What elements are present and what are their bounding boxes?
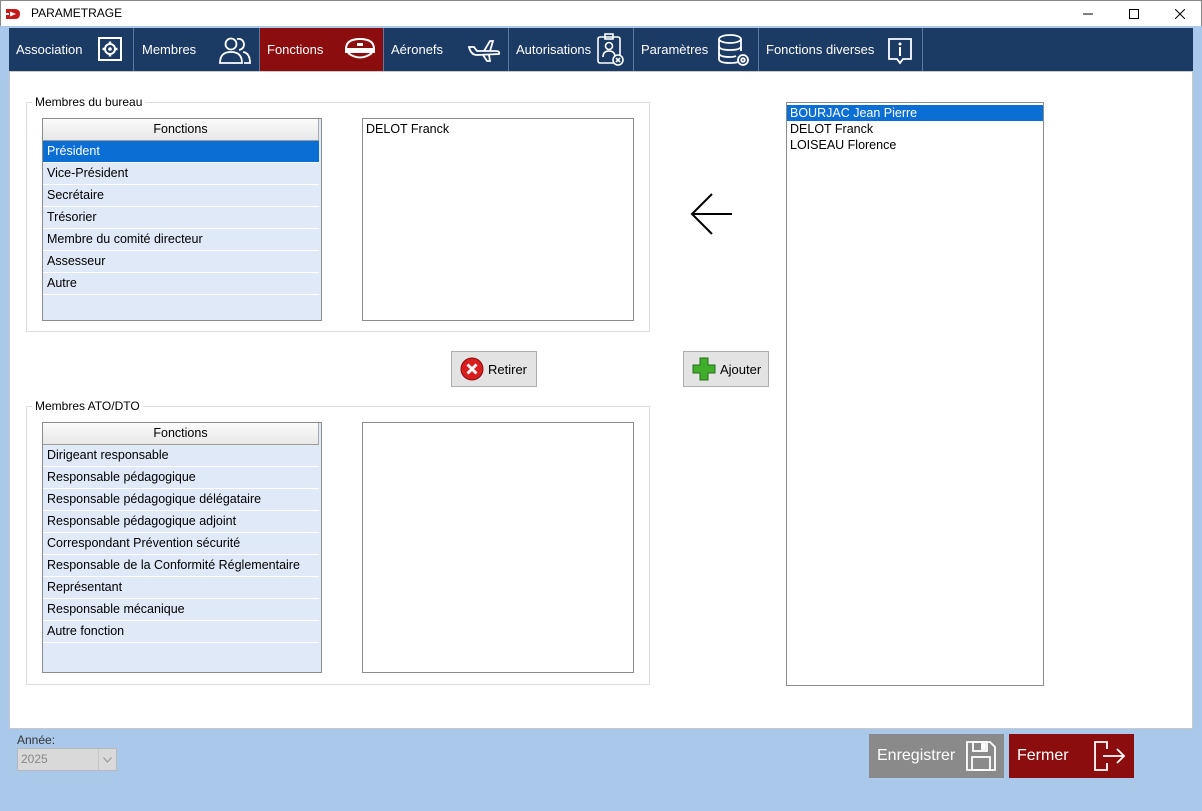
grid-row[interactable]: Correspondant Prévention sécurité	[43, 533, 319, 555]
title-bar: PARAMETRAGE	[0, 0, 1202, 26]
grid-row[interactable]: Responsable mécanique	[43, 599, 319, 621]
save-button[interactable]: Enregistrer	[869, 734, 1004, 778]
tab-label: Fonctions	[267, 42, 324, 57]
grid-row[interactable]: Vice-Président	[43, 163, 319, 185]
tab-fonctions[interactable]: Fonctions	[260, 28, 384, 71]
tab-fonctions-diverses[interactable]: Fonctions diverses	[759, 28, 923, 71]
save-label: Enregistrer	[877, 747, 956, 764]
minimize-icon	[1083, 13, 1093, 15]
remove-label: Retirer	[488, 361, 528, 377]
tab-aeronefs[interactable]: Aéronefs	[384, 28, 509, 71]
app-logo-icon	[6, 9, 20, 19]
add-button[interactable]: Ajouter	[683, 351, 769, 387]
year-value: 2025	[21, 752, 48, 766]
add-icon	[692, 357, 716, 381]
airplane-icon	[467, 40, 501, 62]
close-label: Fermer	[1017, 747, 1069, 764]
list-item[interactable]: DELOT Franck	[363, 121, 633, 137]
list-item[interactable]: BOURJAC Jean Pierre	[787, 105, 1043, 121]
list-item[interactable]: DELOT Franck	[787, 121, 1043, 137]
grid-header: Fonctions	[43, 423, 319, 445]
window-title: PARAMETRAGE	[31, 6, 123, 20]
remove-button[interactable]: Retirer	[451, 351, 537, 387]
grid-row[interactable]: Responsable de la Conformité Réglementai…	[43, 555, 319, 577]
year-select[interactable]: 2025	[17, 748, 117, 771]
grid-row[interactable]: Dirigeant responsable	[43, 445, 319, 467]
bureau-assigned-list[interactable]: DELOT Franck	[362, 118, 634, 321]
tab-label: Aéronefs	[391, 42, 444, 57]
badge-icon	[597, 33, 624, 66]
grid-row[interactable]: Représentant	[43, 577, 319, 599]
grid-row[interactable]: Membre du comité directeur	[43, 229, 319, 251]
info-icon	[888, 38, 912, 65]
maximize-icon	[1129, 9, 1139, 19]
main-nav: Association Membres Fonctions Aéronefs A…	[9, 28, 1193, 71]
ato-assigned-list[interactable]	[362, 422, 634, 673]
floppy-disk-icon	[966, 741, 996, 771]
add-label: Ajouter	[720, 361, 762, 377]
grid-row[interactable]: Responsable pédagogique	[43, 467, 319, 489]
year-label: Année:	[17, 733, 56, 747]
ato-functions-grid[interactable]: Fonctions Dirigeant responsable Responsa…	[42, 422, 322, 673]
grid-row[interactable]: Trésorier	[43, 207, 319, 229]
pilot-cap-icon	[344, 37, 376, 59]
close-button[interactable]: Fermer	[1009, 734, 1134, 778]
tab-label: Paramètres	[641, 42, 709, 57]
grid-row[interactable]: Responsable pédagogique délégataire	[43, 489, 319, 511]
tab-association[interactable]: Association	[9, 28, 134, 71]
remove-icon	[460, 357, 484, 381]
grid-row[interactable]: Autre fonction	[43, 621, 319, 643]
close-icon	[1175, 9, 1185, 19]
bureau-group-label: Membres du bureau	[32, 95, 146, 109]
tab-autorisations[interactable]: Autorisations	[509, 28, 634, 71]
grid-row[interactable]: Président	[43, 141, 319, 163]
tab-label: Autorisations	[516, 42, 592, 57]
tab-parametres[interactable]: Paramètres	[634, 28, 759, 71]
members-list[interactable]: BOURJAC Jean Pierre DELOT Franck LOISEAU…	[786, 102, 1044, 686]
exit-icon	[1094, 741, 1126, 771]
close-window-button[interactable]	[1157, 1, 1202, 27]
gear-icon	[98, 37, 122, 61]
bureau-functions-grid[interactable]: Fonctions Président Vice-Président Secré…	[42, 118, 322, 321]
users-icon	[219, 37, 251, 64]
database-gear-icon	[718, 34, 749, 66]
minimize-button[interactable]	[1065, 1, 1111, 27]
tab-label: Membres	[142, 42, 197, 57]
ato-group-label: Membres ATO/DTO	[32, 399, 143, 413]
grid-header: Fonctions	[43, 119, 319, 141]
list-item[interactable]: LOISEAU Florence	[787, 137, 1043, 153]
grid-row[interactable]: Autre	[43, 273, 319, 295]
chevron-down-icon	[98, 749, 116, 770]
maximize-button[interactable]	[1111, 1, 1157, 27]
grid-row[interactable]: Responsable pédagogique adjoint	[43, 511, 319, 533]
grid-row[interactable]: Assesseur	[43, 251, 319, 273]
tab-membres[interactable]: Membres	[135, 28, 260, 71]
tab-label: Association	[16, 42, 83, 57]
tab-label: Fonctions diverses	[766, 42, 875, 57]
grid-row[interactable]: Secrétaire	[43, 185, 319, 207]
main-panel: Membres du bureau Fonctions Président Vi…	[9, 71, 1193, 729]
arrow-left-icon	[690, 193, 732, 235]
